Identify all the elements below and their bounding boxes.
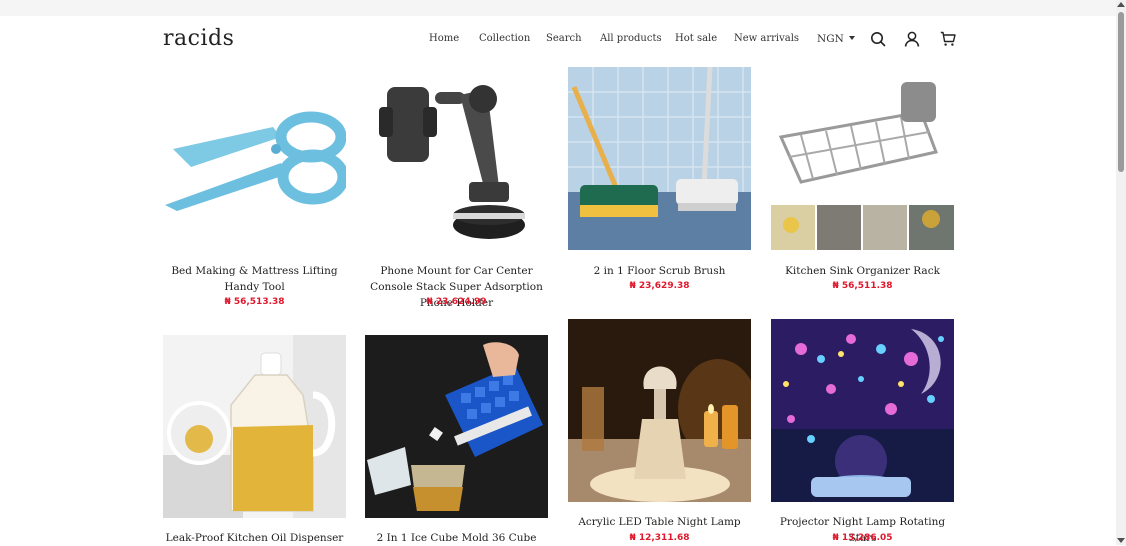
nav-new-arrivals[interactable]: New arrivals [734,33,799,44]
scroll-down-arrow-icon[interactable] [1117,538,1125,543]
product-image[interactable] [568,67,751,250]
product-title[interactable]: Leak-Proof Kitchen Oil Dispenser [163,530,346,546]
product-image[interactable] [568,319,751,502]
product-card[interactable]: Bed Making & Mattress Lifting Handy Tool… [163,67,346,317]
product-price: ₦ 13,286.05 [832,533,893,543]
nav-home[interactable]: Home [429,33,459,44]
currency-label: NGN [817,33,844,45]
product-price: ₦ 23,624.99 [426,297,487,307]
product-price: ₦ 56,511.38 [832,281,893,291]
product-title[interactable]: Bed Making & Mattress Lifting Handy Tool [163,263,346,295]
product-image[interactable] [365,67,548,250]
scroll-up-arrow-icon[interactable] [1117,2,1125,7]
product-price: ₦ 23,629.38 [629,281,690,291]
product-card[interactable]: Acrylic LED Table Night Lamp ₦ 12,311.68 [568,319,751,545]
product-card[interactable]: Kitchen Sink Organizer Rack ₦ 56,511.38 [771,67,954,317]
product-card[interactable]: Leak-Proof Kitchen Oil Dispenser [163,335,346,545]
site-header: racids Home Collection Search All produc… [0,16,1116,64]
cart-icon[interactable] [940,31,956,47]
product-image[interactable] [365,335,548,518]
chevron-down-icon [848,36,855,40]
product-card[interactable]: 2 In 1 Ice Cube Mold 36 Cube [365,335,548,545]
search-icon[interactable] [870,31,886,47]
nav-hot-sale[interactable]: Hot sale [675,33,717,44]
product-card[interactable]: Phone Mount for Car Center Console Stack… [365,67,548,317]
product-image[interactable] [771,67,954,250]
vertical-scrollbar[interactable] [1116,0,1126,545]
product-price: ₦ 12,311.68 [629,533,690,543]
nav-all-products[interactable]: All products [600,33,662,44]
product-title[interactable]: 2 in 1 Floor Scrub Brush [568,263,751,279]
product-title[interactable]: Kitchen Sink Organizer Rack [771,263,954,279]
nav-collection[interactable]: Collection [479,33,530,44]
product-title[interactable]: 2 In 1 Ice Cube Mold 36 Cube [365,530,548,546]
product-image[interactable] [771,319,954,502]
site-logo[interactable]: racids [163,26,234,51]
product-card[interactable]: 2 in 1 Floor Scrub Brush ₦ 23,629.38 [568,67,751,317]
currency-selector[interactable]: NGN [817,33,855,45]
product-image[interactable] [163,67,346,250]
nav-search[interactable]: Search [546,33,582,44]
scrollbar-thumb[interactable] [1118,12,1124,172]
product-price: ₦ 56,513.38 [224,297,285,307]
product-image[interactable] [163,335,346,518]
account-icon[interactable] [904,31,920,47]
top-strip [0,0,1116,16]
product-title[interactable]: Acrylic LED Table Night Lamp [568,514,751,530]
product-card[interactable]: Projector Night Lamp Rotating Stars ₦ 13… [771,319,954,545]
